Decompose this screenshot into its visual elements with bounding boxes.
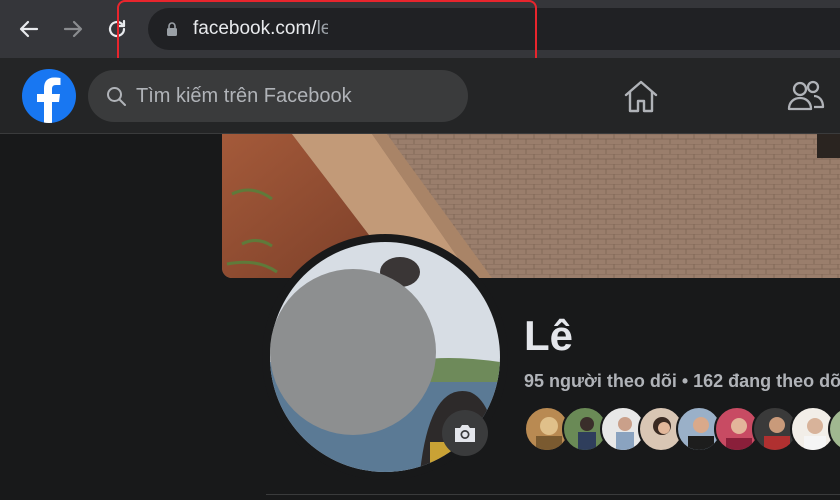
back-arrow-icon bbox=[19, 20, 39, 38]
camera-button[interactable] bbox=[442, 410, 488, 456]
search-icon bbox=[106, 86, 126, 111]
camera-icon bbox=[455, 425, 475, 442]
forward-arrow-icon bbox=[63, 20, 83, 38]
facebook-top-bar: Tìm kiếm trên Facebook bbox=[0, 58, 840, 134]
friend-avatars bbox=[524, 406, 840, 454]
search-placeholder: Tìm kiếm trên Facebook bbox=[136, 85, 352, 107]
home-icon[interactable] bbox=[622, 78, 660, 119]
profile-name: Lê bbox=[524, 312, 574, 359]
facebook-logo-icon[interactable] bbox=[22, 69, 76, 123]
follow-stats[interactable]: 95 người theo dõi • 162 đang theo dõi bbox=[524, 371, 840, 392]
friends-icon[interactable] bbox=[786, 78, 826, 119]
search-box[interactable]: Tìm kiếm trên Facebook bbox=[88, 70, 468, 122]
divider bbox=[266, 494, 840, 495]
forward-button[interactable] bbox=[58, 14, 88, 44]
blurred-face bbox=[270, 269, 436, 435]
profile-area: Lê 95 người theo dõi • 162 đang theo dõi bbox=[0, 134, 840, 500]
back-button[interactable] bbox=[14, 14, 44, 44]
